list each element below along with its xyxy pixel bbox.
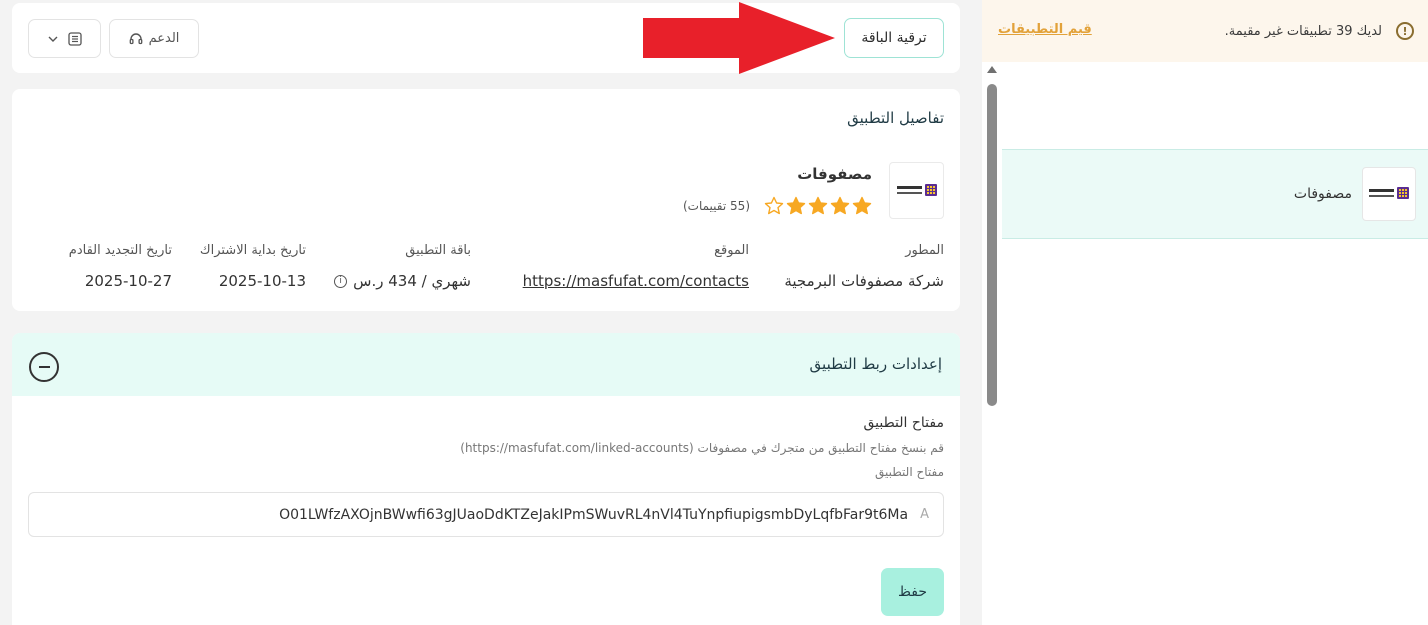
app-key-field[interactable]: A [28,492,944,537]
plan-value-text: شهري / 434 ر.س [353,272,471,290]
key-icon: A [920,507,929,522]
sidebar-item-label: مصفوفات [1293,186,1352,202]
plan-label: باقة التطبيق [405,243,471,258]
save-button[interactable]: حفظ [881,568,944,616]
scrollbar[interactable] [984,66,1000,625]
notice-text: لديك 39 تطبيقات غير مقيمة. [1224,23,1382,39]
red-arrow-annotation [643,2,835,74]
app-key-hint: قم بنسخ مفتاح التطبيق من متجرك في مصفوفا… [460,441,944,455]
app-details-card: تفاصيل التطبيق مصفوفات (55 تقييمات) المط… [12,89,960,311]
list-icon [67,31,82,46]
masfufat-logo-icon [1362,167,1416,221]
developer-label: المطور [905,243,944,258]
website-link[interactable]: https://masfufat.com/contacts [523,272,749,290]
link-settings-card: إعدادات ربط التطبيق مفتاح التطبيق قم بنس… [12,333,960,625]
developer-value: شركة مصفوفات البرمجية [784,272,944,290]
app-key-title: مفتاح التطبيق [863,415,944,431]
settings-header[interactable]: إعدادات ربط التطبيق [12,333,960,396]
info-icon[interactable]: i [334,275,348,288]
start-date-label: تاريخ بداية الاشتراك [199,243,306,258]
renew-date-value: 2025-10-27 [84,272,172,290]
rating-stars [764,196,872,216]
support-label: الدعم [148,31,180,46]
collapse-minus-icon[interactable] [29,352,59,382]
scroll-thumb[interactable] [987,84,997,406]
star-empty-icon [764,196,784,215]
app-sidebar: ! لديك 39 تطبيقات غير مقيمة. قيم التطبيق… [982,0,1428,625]
chevron-down-icon [48,36,57,42]
support-button[interactable]: الدعم [109,19,199,58]
renew-date-label: تاريخ التجديد القادم [68,243,172,258]
star-filled-icon [808,196,828,215]
masfufat-logo-icon [889,162,944,219]
star-filled-icon [786,196,806,215]
start-date-value: 2025-10-13 [218,272,306,290]
headset-icon [129,32,142,44]
plan-value: شهري / 434 ر.س i [334,272,471,290]
app-name: مصفوفات [797,165,872,183]
rate-apps-link[interactable]: قيم التطبيقات [998,22,1092,37]
info-icon: ! [1396,22,1414,40]
reviews-count: (55 تقييمات) [682,199,750,213]
website-label: الموقع [714,243,749,258]
star-filled-icon [830,196,850,215]
rating-notice: ! لديك 39 تطبيقات غير مقيمة. قيم التطبيق… [982,0,1428,62]
app-key-input[interactable] [48,506,909,523]
sidebar-item-masfufat[interactable]: مصفوفات [1002,149,1428,239]
view-menu-button[interactable] [28,19,101,58]
settings-title: إعدادات ربط التطبيق [809,355,942,373]
star-filled-icon [852,196,872,215]
scroll-up-arrow-icon[interactable] [987,66,997,73]
app-key-label: مفتاح التطبيق [874,465,944,479]
upgrade-plan-button[interactable]: ترقية الباقة [844,18,944,58]
section-title: تفاصيل التطبيق [847,109,944,127]
